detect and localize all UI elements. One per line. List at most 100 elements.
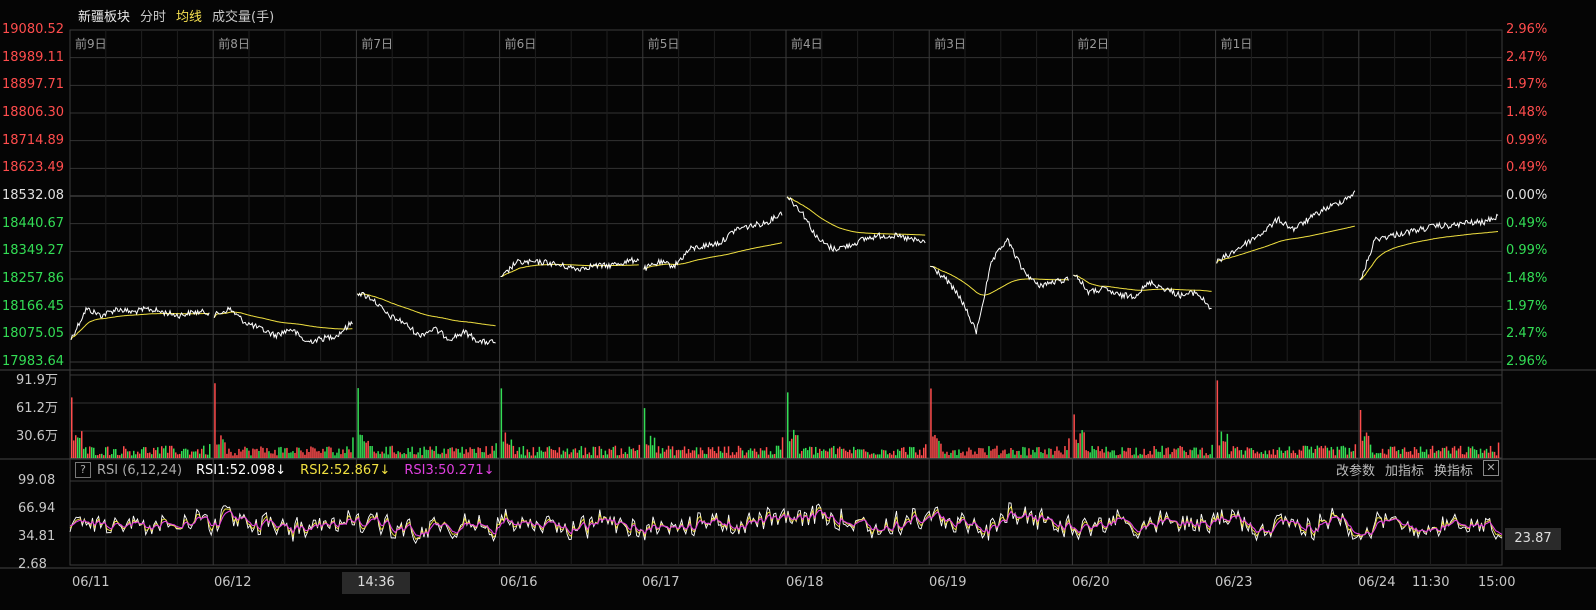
volume-bar xyxy=(107,446,109,458)
volume-bar xyxy=(1481,452,1484,458)
volume-bar xyxy=(232,455,234,458)
edit-params-button[interactable]: 改参数 xyxy=(1336,460,1375,479)
volume-bar xyxy=(1077,443,1079,458)
volume-bar xyxy=(278,447,280,458)
volume-bar xyxy=(171,445,173,458)
volume-bar xyxy=(540,450,543,458)
volume-bar xyxy=(1475,450,1478,458)
add-indicator-button[interactable]: 加指标 xyxy=(1385,460,1424,479)
volume-bar xyxy=(296,447,298,458)
volume-bar xyxy=(1451,447,1454,458)
volume-bar xyxy=(165,445,167,458)
volume-bar xyxy=(845,450,847,458)
volume-bar xyxy=(990,450,992,458)
volume-bar xyxy=(113,449,115,458)
close-icon[interactable]: ✕ xyxy=(1483,460,1499,476)
volume-bar xyxy=(1459,445,1462,458)
volume-bar xyxy=(489,453,491,458)
volume-bar xyxy=(683,446,686,458)
volume-bar xyxy=(115,449,117,458)
volume-bar xyxy=(1222,441,1225,458)
volume-bar xyxy=(1006,454,1008,458)
volume-bar xyxy=(288,452,290,458)
volume-bar xyxy=(141,449,143,458)
switch-indicator-button[interactable]: 换指标 xyxy=(1434,460,1473,479)
volume-bar xyxy=(526,449,529,458)
volume-bar xyxy=(201,448,203,458)
volume-bar xyxy=(240,451,242,458)
volume-bar xyxy=(695,447,698,458)
volume-bar xyxy=(123,446,125,458)
volume-bar xyxy=(602,455,605,458)
volume-bar xyxy=(751,450,754,458)
volume-bar xyxy=(909,446,911,458)
volume-bar xyxy=(558,447,561,458)
volume-bar xyxy=(733,454,736,458)
volume-bar xyxy=(944,453,946,458)
volume-bar xyxy=(630,449,633,458)
volume-bar xyxy=(1232,446,1235,458)
volume-bar xyxy=(1046,454,1048,458)
volume-bar xyxy=(1193,447,1195,458)
volume-bar xyxy=(636,450,639,458)
volume-bar xyxy=(697,454,700,458)
volume-bar xyxy=(976,453,978,458)
volume-bar xyxy=(387,454,389,458)
volume-bar xyxy=(461,446,463,458)
volume-bar xyxy=(1318,447,1321,458)
volume-bar xyxy=(510,439,513,458)
volume-bar xyxy=(1316,445,1319,458)
volume-bar xyxy=(250,455,252,458)
volume-bar xyxy=(950,452,952,458)
volume-bar xyxy=(532,447,535,458)
volume-bar xyxy=(940,443,942,458)
volume-bar xyxy=(528,452,531,458)
volume-bar xyxy=(707,447,710,458)
volume-bar xyxy=(1453,446,1456,458)
volume-tick-label: 61.2万 xyxy=(16,401,58,416)
volume-bar xyxy=(433,450,435,458)
volume-bar xyxy=(195,451,197,458)
volume-bar xyxy=(1461,454,1464,458)
volume-bar xyxy=(1469,448,1472,458)
volume-bar xyxy=(435,446,437,458)
volume-bar xyxy=(153,447,155,458)
volume-bar xyxy=(1050,448,1052,458)
volume-bar xyxy=(109,455,111,458)
volume-bar xyxy=(1294,452,1297,458)
volume-bar xyxy=(1284,450,1287,458)
volume-bar xyxy=(1290,453,1293,458)
volume-bar xyxy=(1328,450,1331,458)
volume-bar xyxy=(749,448,752,458)
volume-bar xyxy=(681,449,684,458)
volume-bar xyxy=(835,454,837,458)
volume-bar xyxy=(1445,446,1448,458)
volume-bar xyxy=(930,388,932,458)
volume-bar xyxy=(711,447,714,458)
volume-bar xyxy=(270,453,272,458)
volume-bar xyxy=(827,451,829,458)
volume-bar xyxy=(562,450,565,458)
average-price-line xyxy=(786,196,926,236)
volume-bar xyxy=(590,455,593,458)
volume-bar xyxy=(485,446,487,458)
volume-bar xyxy=(363,441,365,458)
help-button[interactable]: ? xyxy=(75,462,91,478)
intraday-chart[interactable] xyxy=(0,0,1596,610)
volume-bar xyxy=(899,450,901,458)
volume-bar xyxy=(459,452,461,458)
volume-bar xyxy=(1177,448,1179,458)
volume-bar xyxy=(1336,446,1339,458)
volume-bar xyxy=(352,437,354,458)
volume-bar xyxy=(1085,450,1087,458)
volume-bar xyxy=(1324,445,1327,458)
volume-bar xyxy=(1141,454,1143,458)
volume-bar xyxy=(1149,450,1151,458)
volume-bar xyxy=(1377,453,1380,458)
volume-bar xyxy=(1036,447,1038,458)
volume-bar xyxy=(574,448,577,458)
volume-bar xyxy=(861,449,863,458)
volume-bar xyxy=(214,383,216,458)
volume-bar xyxy=(1359,409,1362,458)
volume-bar xyxy=(1276,449,1279,458)
